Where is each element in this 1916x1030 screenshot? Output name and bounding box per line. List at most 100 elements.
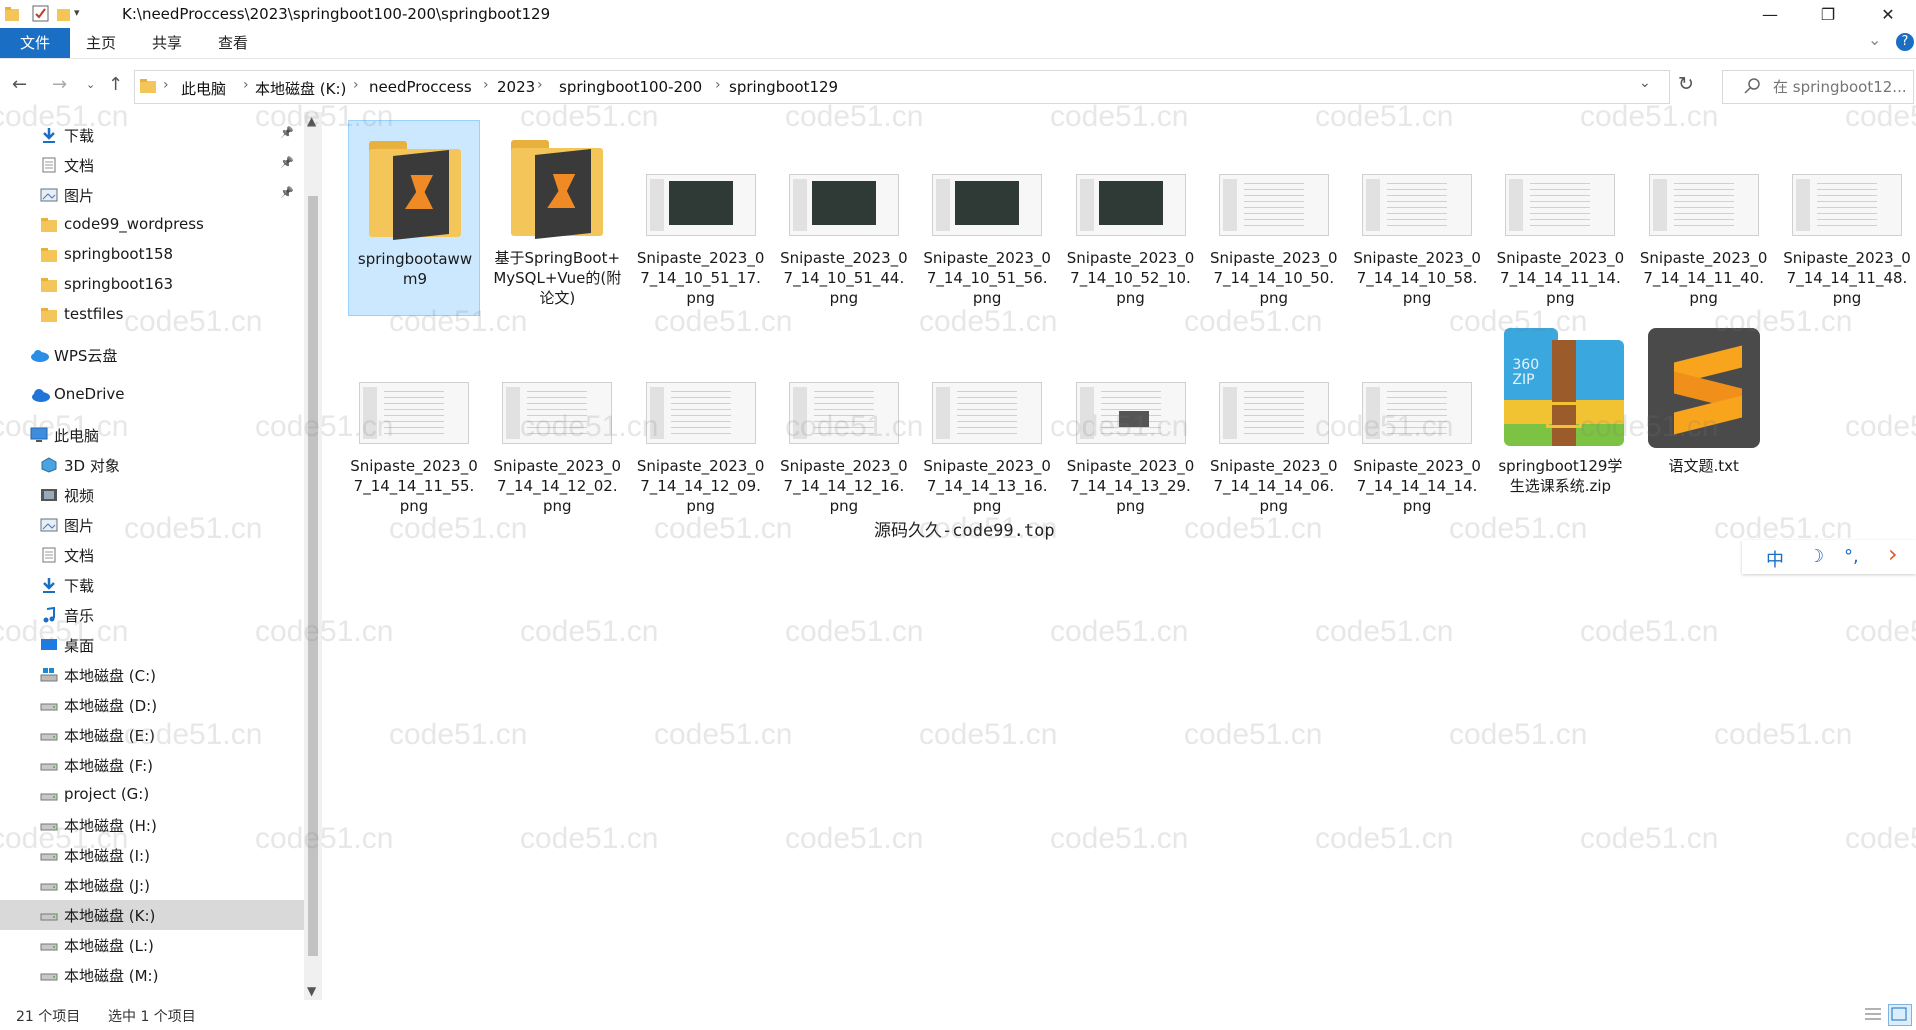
scrollbar-thumb[interactable] — [308, 196, 318, 956]
file-item[interactable]: Snipaste_2023_07_14_14_12_02.png — [491, 328, 623, 524]
breadcrumb-springboot129[interactable]: springboot129 — [729, 78, 838, 96]
file-item[interactable]: Snipaste_2023_07_14_10_51_56.png — [921, 120, 1053, 316]
breadcrumb-separator-icon[interactable]: › — [537, 77, 543, 93]
properties-check-icon[interactable] — [32, 5, 50, 23]
image-thumbnail-icon — [788, 128, 900, 240]
breadcrumb-separator-icon[interactable]: › — [163, 77, 169, 93]
up-arrow-icon[interactable]: ↑ — [108, 74, 123, 95]
file-item[interactable]: Snipaste_2023_07_14_14_11_48.png — [1781, 120, 1913, 316]
sidebar-item[interactable]: 本地磁盘 (E:) — [0, 720, 304, 750]
sidebar-item[interactable]: 文档 — [0, 540, 304, 570]
file-item[interactable]: Snipaste_2023_07_14_14_14_14.png — [1351, 328, 1483, 524]
file-item[interactable]: Snipaste_2023_07_14_14_10_58.png — [1351, 120, 1483, 316]
file-item[interactable]: 语文题.txt — [1638, 328, 1770, 524]
sidebar-item[interactable]: 音乐 — [0, 600, 304, 630]
sidebar-item[interactable]: 下载 📌 — [0, 120, 304, 150]
breadcrumb-separator-icon[interactable]: › — [353, 77, 359, 93]
scroll-down-icon[interactable]: ▼ — [307, 984, 316, 998]
file-item[interactable]: Snipaste_2023_07_14_14_12_09.png — [635, 328, 767, 524]
pin-icon[interactable]: 📌 — [280, 156, 294, 169]
minimize-button[interactable]: — — [1742, 0, 1798, 28]
breadcrumb-separator-icon[interactable]: › — [483, 77, 489, 93]
sidebar-item[interactable]: 图片 — [0, 510, 304, 540]
breadcrumb-springboot100-200[interactable]: springboot100-200 — [559, 78, 702, 96]
file-item[interactable]: Snipaste_2023_07_14_14_14_06.png — [1208, 328, 1340, 524]
chevron-right-icon[interactable]: › — [1888, 540, 1898, 568]
sidebar-scrollbar[interactable]: ▲ ▼ — [304, 112, 322, 1002]
ribbon-expand-icon[interactable]: ⌄ — [1868, 30, 1881, 49]
sidebar-item[interactable]: 下载 — [0, 570, 304, 600]
file-item[interactable]: Snipaste_2023_07_14_14_11_55.png — [348, 328, 480, 524]
details-view-icon[interactable] — [1862, 1004, 1886, 1026]
close-button[interactable]: ✕ — [1860, 0, 1916, 28]
file-item[interactable]: Snipaste_2023_07_14_14_13_29.png — [1065, 328, 1197, 524]
sidebar-item[interactable]: code99_wordpress — [0, 210, 304, 240]
sidebar-item[interactable]: 本地磁盘 (C:) — [0, 660, 304, 690]
forward-arrow-icon[interactable]: → — [52, 74, 67, 95]
moon-icon[interactable]: ☽ — [1808, 546, 1824, 567]
search-box[interactable] — [1722, 70, 1914, 104]
pin-icon[interactable]: 📌 — [280, 186, 294, 199]
address-folder-icon — [139, 78, 157, 98]
sidebar-item[interactable]: 图片 📌 — [0, 180, 304, 210]
file-item[interactable]: Snipaste_2023_07_14_14_11_40.png — [1638, 120, 1770, 316]
file-item[interactable]: 360 ZIP springboot129学生选课系统.zip — [1494, 328, 1626, 524]
punctuation-icon[interactable]: °, — [1844, 546, 1859, 567]
breadcrumb-needproccess[interactable]: needProccess — [369, 78, 472, 96]
tab-home[interactable]: 主页 — [72, 28, 130, 58]
file-item[interactable]: Snipaste_2023_07_14_14_11_14.png — [1494, 120, 1626, 316]
breadcrumb-this-pc[interactable]: 此电脑 — [181, 78, 226, 99]
breadcrumb-2023[interactable]: 2023 — [497, 78, 535, 96]
tab-file[interactable]: 文件 — [0, 28, 70, 58]
sidebar-item[interactable]: testfiles — [0, 300, 304, 330]
sidebar-item[interactable]: 桌面 — [0, 630, 304, 660]
file-item[interactable]: Snipaste_2023_07_14_14_12_16.png — [778, 328, 910, 524]
tab-view[interactable]: 查看 — [204, 28, 262, 58]
back-arrow-icon[interactable]: ← — [12, 74, 27, 95]
sidebar-item[interactable]: 本地磁盘 (F:) — [0, 750, 304, 780]
recent-locations-chevron-icon[interactable]: ⌄ — [86, 78, 95, 91]
file-item[interactable]: Snipaste_2023_07_14_14_13_16.png — [921, 328, 1053, 524]
address-bar[interactable]: › 此电脑 › 本地磁盘 (K:) › needProccess › 2023 … — [134, 70, 1670, 104]
breadcrumb-drive-k[interactable]: 本地磁盘 (K:) — [255, 78, 346, 99]
breadcrumb-separator-icon[interactable]: › — [715, 77, 721, 93]
selection-count: 选中 1 个项目 — [108, 1009, 196, 1025]
sidebar-item[interactable]: WPS云盘 — [0, 340, 304, 370]
breadcrumb-separator-icon[interactable]: › — [243, 77, 249, 93]
sidebar-item[interactable]: 文档 📌 — [0, 150, 304, 180]
sidebar-item[interactable]: 此电脑 — [0, 420, 304, 450]
sidebar-item[interactable]: OneDrive — [0, 380, 304, 410]
file-item[interactable]: Snipaste_2023_07_14_10_51_44.png — [778, 120, 910, 316]
file-item[interactable]: springbootawwm9 — [348, 120, 480, 316]
search-input[interactable] — [1771, 77, 1913, 97]
file-item[interactable]: Snipaste_2023_07_14_10_51_17.png — [635, 120, 767, 316]
pin-icon[interactable]: 📌 — [280, 126, 294, 139]
sidebar-item[interactable]: springboot163 — [0, 270, 304, 300]
sidebar-item[interactable]: 本地磁盘 (K:) — [0, 900, 304, 930]
sidebar-item[interactable]: 视频 — [0, 480, 304, 510]
sidebar-item[interactable]: 本地磁盘 (D:) — [0, 690, 304, 720]
file-item[interactable]: Snipaste_2023_07_14_14_10_50.png — [1208, 120, 1340, 316]
address-history-chevron-icon[interactable]: ⌄ — [1639, 75, 1651, 91]
restore-button[interactable]: ❐ — [1800, 0, 1856, 28]
sidebar-item[interactable]: springboot158 — [0, 240, 304, 270]
new-folder-icon[interactable] — [56, 5, 72, 23]
scroll-up-icon[interactable]: ▲ — [307, 114, 316, 128]
sidebar-item[interactable]: 本地磁盘 (H:) — [0, 810, 304, 840]
ime-mode-chinese[interactable]: 中 — [1766, 546, 1784, 572]
tab-share[interactable]: 共享 — [138, 28, 196, 58]
sidebar-item[interactable]: 本地磁盘 (J:) — [0, 870, 304, 900]
file-item[interactable]: 基于SpringBoot+MySQL+Vue的(附论文) — [491, 120, 623, 316]
sidebar-item[interactable]: 本地磁盘 (I:) — [0, 840, 304, 870]
status-bar: 21 个项目 选中 1 个项目 — [0, 1000, 1916, 1030]
sidebar-item[interactable]: 本地磁盘 (M:) — [0, 960, 304, 990]
sidebar-item[interactable]: 3D 对象 — [0, 450, 304, 480]
refresh-icon[interactable]: ↻ — [1678, 73, 1694, 95]
customize-toolbar-icon[interactable]: ▾ — [74, 6, 80, 24]
help-icon[interactable]: ? — [1896, 33, 1914, 51]
sidebar-item[interactable]: project (G:) — [0, 780, 304, 810]
file-item[interactable]: Snipaste_2023_07_14_10_52_10.png — [1065, 120, 1197, 316]
large-icons-view-icon[interactable] — [1888, 1004, 1912, 1026]
sidebar-item[interactable]: 本地磁盘 (L:) — [0, 930, 304, 960]
computer-icon — [30, 427, 48, 443]
